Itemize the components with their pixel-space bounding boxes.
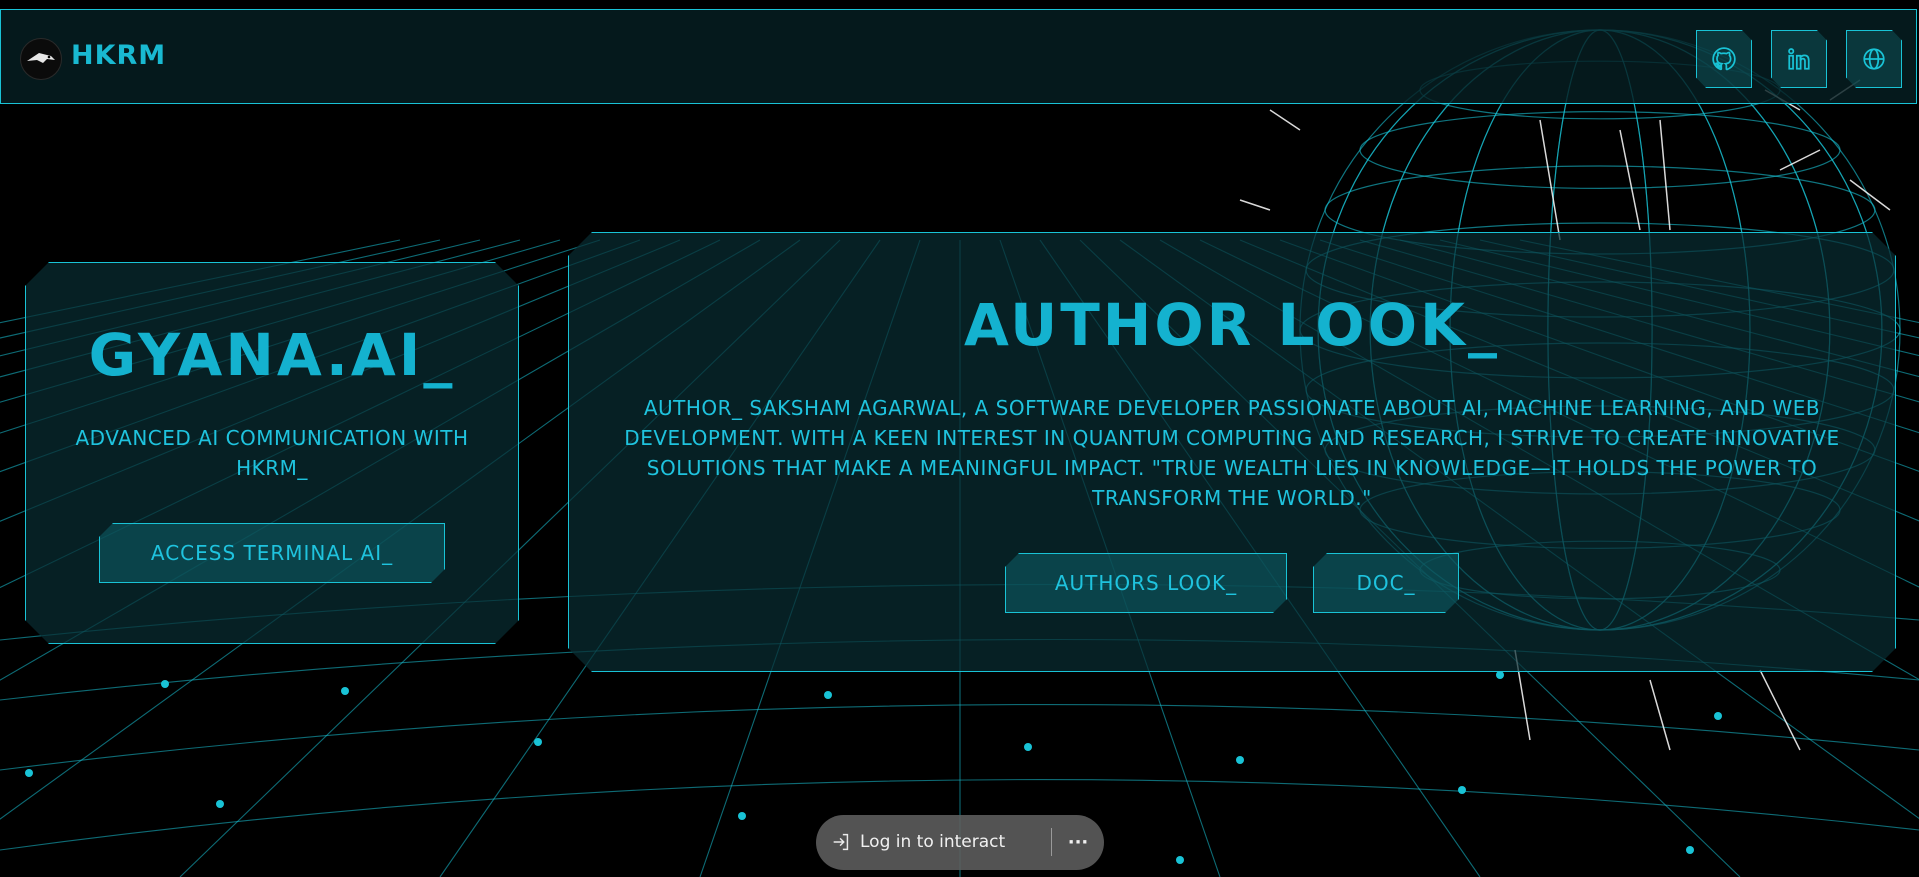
login-button[interactable]: Log in to interact: [830, 823, 1005, 861]
gyana-title: GYANA.AI_: [88, 321, 456, 389]
login-label: Log in to interact: [860, 832, 1006, 852]
github-icon: [1712, 47, 1736, 71]
website-button[interactable]: [1846, 30, 1902, 88]
app-stage: HKRM GYANA.AI_ ADVANCED AI COMMUNICATION…: [0, 0, 1919, 877]
sign-in-icon: [833, 833, 849, 851]
eagle-logo-icon: [27, 53, 55, 63]
authors-look-button[interactable]: AUTHORS LOOK_: [1005, 553, 1287, 613]
linkedin-button[interactable]: [1771, 30, 1827, 88]
author-card: AUTHOR LOOK_ AUTHOR_ SAKSHAM AGARWAL, A …: [568, 232, 1896, 672]
top-header: HKRM: [0, 9, 1917, 104]
login-overlay: Log in to interact ···: [816, 815, 1104, 870]
logo[interactable]: [20, 38, 62, 80]
overlay-divider: [1051, 828, 1052, 856]
globe-icon: [1863, 48, 1885, 70]
gyana-subtitle: ADVANCED AI COMMUNICATION WITH HKRM_: [75, 426, 469, 480]
doc-button[interactable]: DOC_: [1313, 553, 1459, 613]
brand-name[interactable]: HKRM: [71, 40, 166, 71]
author-title: AUTHOR LOOK_: [964, 291, 1500, 359]
linkedin-icon: [1788, 48, 1810, 70]
more-options-button[interactable]: ···: [1061, 823, 1095, 861]
access-terminal-button[interactable]: ACCESS TERMINAL AI_: [99, 523, 445, 583]
github-button[interactable]: [1696, 30, 1752, 88]
author-description: AUTHOR_ SAKSHAM AGARWAL, A SOFTWARE DEVE…: [624, 396, 1840, 510]
gyana-card: GYANA.AI_ ADVANCED AI COMMUNICATION WITH…: [25, 262, 519, 644]
